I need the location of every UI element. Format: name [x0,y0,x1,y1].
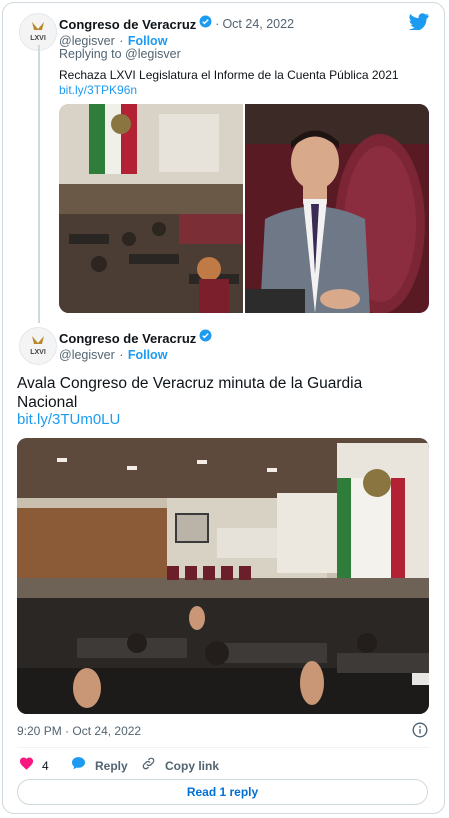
tweet-embed-card: LXVI Congreso de Veracruz · Oct 24, 2022… [2,2,445,814]
handle[interactable]: @legisver [59,348,115,362]
heart-icon [19,756,34,775]
reply-bubble-icon [71,756,86,775]
avatar-logo-text: LXVI [30,349,46,356]
avatar[interactable]: LXVI [19,327,57,365]
separator: · [119,348,124,362]
twitter-bird-icon[interactable] [408,13,429,35]
tweet1-photo-chamber[interactable] [59,104,243,313]
tweet-timestamp[interactable]: 9:20 PM · Oct 24, 2022 [17,724,141,738]
tweet2-text: Avala Congreso de Veracruz minuta de la … [17,375,363,411]
tweet1-link[interactable]: bit.ly/3TPK96n [59,83,137,97]
divider [17,747,429,748]
like-count: 4 [42,758,49,773]
reply-action[interactable]: Reply [71,756,128,775]
copy-link-label: Copy link [165,759,220,773]
separator: · [65,724,70,738]
info-icon[interactable] [412,722,428,743]
tweet2-link[interactable]: bit.ly/3TUm0LU [17,411,120,428]
follow-button[interactable]: Follow [128,34,168,48]
link-icon [141,756,156,776]
handle[interactable]: @legisver [59,34,115,48]
tweet-time: 9:20 PM [17,724,62,738]
display-name[interactable]: Congreso de Veracruz [59,17,196,32]
verified-badge-icon [199,329,212,347]
read-replies-button[interactable]: Read 1 reply [17,779,428,805]
follow-button[interactable]: Follow [128,348,168,362]
tweet1-header: Congreso de Veracruz · Oct 24, 2022 [59,15,294,33]
replying-to: Replying to @legisver [59,47,181,61]
thread-line [38,45,40,323]
tweet1-text: Rechaza LXVI Legislatura el Informe de l… [59,68,399,82]
replying-prefix: Replying to [59,47,126,61]
separator: · [215,17,220,31]
tweet-date: Oct 24, 2022 [72,724,142,738]
avatar-logo-text: LXVI [30,35,46,42]
tweet1-photo-legislator[interactable] [245,104,429,313]
copy-link-action[interactable]: Copy link [141,756,219,776]
like-action[interactable]: 4 [19,756,49,775]
reply-label: Reply [95,758,128,773]
display-name[interactable]: Congreso de Veracruz [59,331,196,346]
tweet-date[interactable]: Oct 24, 2022 [222,17,294,31]
replying-handle-link[interactable]: @legisver [125,47,181,61]
tweet2-header: Congreso de Veracruz [59,329,212,347]
separator: · [119,34,124,48]
tweet2-handle-row: @legisver · Follow [59,346,167,364]
verified-badge-icon [199,15,212,33]
tweet2-photo-session[interactable] [17,438,429,714]
